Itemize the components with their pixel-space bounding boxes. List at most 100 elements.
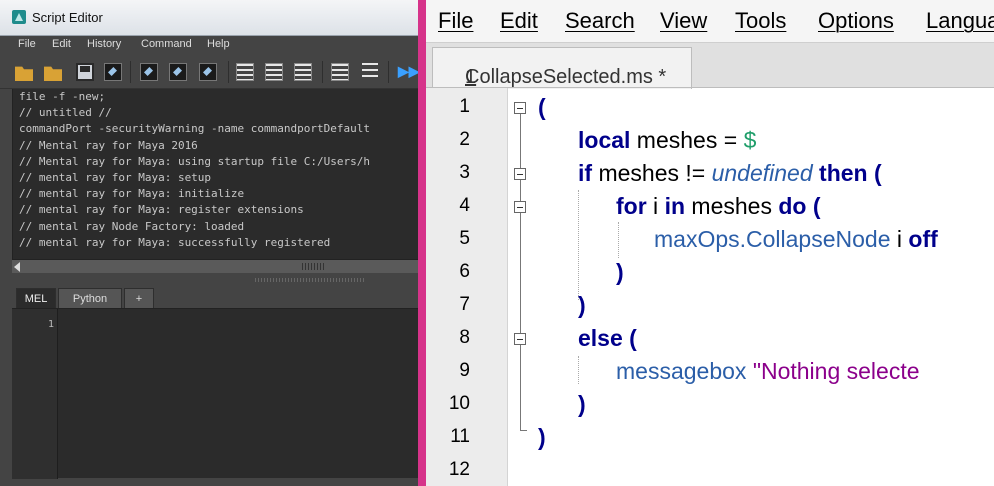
code-token: i xyxy=(646,193,665,219)
fold-line xyxy=(520,114,521,168)
code-line-9[interactable]: messagebox "Nothing selecte xyxy=(616,355,920,388)
maya-input-editor[interactable]: 1 xyxy=(12,308,418,479)
mxs-menu-tools[interactable]: Tools xyxy=(735,8,786,34)
indent-guide xyxy=(578,356,579,384)
maya-menu-bar: File Edit History Command Help xyxy=(0,36,418,55)
maya-menu-history[interactable]: History xyxy=(87,38,121,50)
output-line: // mental ray for Maya: successfully reg… xyxy=(19,235,331,249)
code-token: else xyxy=(578,325,623,351)
mxs-menu-view[interactable]: View xyxy=(660,8,707,34)
maya-script-editor-window: Script Editor File Edit History Command … xyxy=(0,0,418,486)
code-token: $ xyxy=(743,127,757,153)
scrollbar-grip[interactable] xyxy=(302,263,326,270)
code-line-10[interactable]: ) xyxy=(578,388,586,421)
maya-menu-edit[interactable]: Edit xyxy=(52,38,71,50)
fold-collapse-icon[interactable] xyxy=(514,333,526,345)
tab-mel[interactable]: MEL xyxy=(16,288,56,308)
fold-collapse-icon[interactable] xyxy=(514,201,526,213)
mxs-line-number-gutter: 1 2 3 4 5 6 7 8 9 10 11 12 xyxy=(426,88,508,486)
code-token: "Nothing selecte xyxy=(752,358,920,384)
mxs-menu-file[interactable]: File xyxy=(438,8,473,34)
show-input-icon[interactable] xyxy=(265,63,283,81)
scroll-left-icon[interactable] xyxy=(14,262,20,272)
output-line: // Mental ray for Maya 2016 xyxy=(19,138,198,152)
clear-all-icon[interactable] xyxy=(199,63,217,81)
output-line: // mental ray for Maya: setup xyxy=(19,170,212,184)
output-line: commandPort -securityWarning -name comma… xyxy=(19,122,370,136)
maya-app-icon xyxy=(12,10,26,24)
mxs-menu-search[interactable]: Search xyxy=(565,8,635,34)
maya-menu-command[interactable]: Command xyxy=(141,38,192,50)
output-line: // mental ray for Maya: register extensi… xyxy=(19,203,304,217)
code-line-1[interactable]: ( xyxy=(538,91,546,124)
code-token: ) xyxy=(616,259,624,285)
tab-python[interactable]: Python xyxy=(58,288,122,308)
maya-window-title: Script Editor xyxy=(32,10,103,25)
code-token: do xyxy=(778,193,807,219)
code-token: ( xyxy=(867,160,882,186)
code-line-5[interactable]: maxOps.CollapseNode i off xyxy=(654,223,938,256)
fold-collapse-icon[interactable] xyxy=(514,168,526,180)
code-token: local xyxy=(578,127,631,153)
code-token: for xyxy=(616,193,647,219)
mxs-menu-options[interactable]: Options xyxy=(818,8,894,34)
maya-title-bar[interactable]: Script Editor xyxy=(0,0,418,36)
code-token: meshes xyxy=(685,193,779,219)
open-script-icon[interactable] xyxy=(15,66,33,81)
code-token: if xyxy=(578,160,593,186)
code-line-4[interactable]: for i in meshes do ( xyxy=(616,190,821,223)
code-line-6[interactable]: ) xyxy=(616,256,624,289)
code-token: ) xyxy=(578,391,586,417)
line-number: 8 xyxy=(459,327,470,348)
mxs-menu-bar: File Edit Search View Tools Options Lang… xyxy=(426,0,994,42)
code-token: ) xyxy=(578,292,586,318)
clear-input-icon[interactable] xyxy=(169,63,187,81)
image-divider xyxy=(418,0,426,486)
code-token: ( xyxy=(806,193,821,219)
maya-menu-help[interactable]: Help xyxy=(207,38,230,50)
execute-icon[interactable]: ▶▶ xyxy=(398,63,418,80)
fold-collapse-icon[interactable] xyxy=(514,102,526,114)
output-line: // mental ray Node Factory: loaded xyxy=(19,219,245,233)
source-script-icon[interactable] xyxy=(44,66,62,81)
code-token: meshes != xyxy=(592,160,712,186)
code-token: ) xyxy=(538,424,546,450)
code-token: in xyxy=(664,193,686,219)
code-line-7[interactable]: ) xyxy=(578,289,586,322)
code-line-2[interactable]: local meshes = $ xyxy=(578,124,756,157)
line-number: 11 xyxy=(450,426,470,447)
output-horizontal-scrollbar[interactable] xyxy=(12,259,418,273)
add-tab-button[interactable]: + xyxy=(124,288,154,308)
echo-all-icon[interactable] xyxy=(331,63,349,81)
pane-splitter-handle[interactable] xyxy=(255,278,365,282)
save-to-shelf-icon[interactable] xyxy=(104,63,122,81)
toolbar-separator xyxy=(388,61,389,83)
maxscript-editor-window: File Edit Search View Tools Options Lang… xyxy=(426,0,994,486)
toolbar-separator xyxy=(322,61,323,83)
maya-language-tabs: MEL Python + xyxy=(12,288,418,308)
show-history-icon[interactable] xyxy=(236,63,254,81)
show-both-icon[interactable] xyxy=(294,63,312,81)
line-number: 4 xyxy=(459,195,470,216)
line-number: 9 xyxy=(459,360,470,381)
output-line: // mental ray for Maya: initialize xyxy=(19,187,245,201)
line-number: 7 xyxy=(459,294,470,315)
save-script-icon[interactable] xyxy=(76,63,94,81)
clear-history-icon[interactable] xyxy=(140,63,158,81)
maya-line-number: 1 xyxy=(47,319,54,330)
maya-menu-file[interactable]: File xyxy=(18,38,36,50)
mxs-menu-language[interactable]: Langua xyxy=(926,8,994,34)
code-token: undefined xyxy=(711,160,813,186)
line-numbers-icon[interactable] xyxy=(362,63,378,81)
code-token: ( xyxy=(622,325,637,351)
code-line-3[interactable]: if meshes != undefined then ( xyxy=(578,157,882,190)
output-line: // untitled // xyxy=(19,106,112,120)
toolbar-separator xyxy=(130,61,131,83)
tab-collapse-selected[interactable]: 1 CollapseSelected.ms * xyxy=(432,47,692,89)
code-line-8[interactable]: else ( xyxy=(578,322,637,355)
code-token: off xyxy=(908,226,938,252)
maya-history-output[interactable]: file -f -new; // untitled // commandPort… xyxy=(12,89,418,259)
code-line-11[interactable]: ) xyxy=(538,421,546,454)
code-token: then xyxy=(819,160,868,186)
mxs-menu-edit[interactable]: Edit xyxy=(500,8,538,34)
